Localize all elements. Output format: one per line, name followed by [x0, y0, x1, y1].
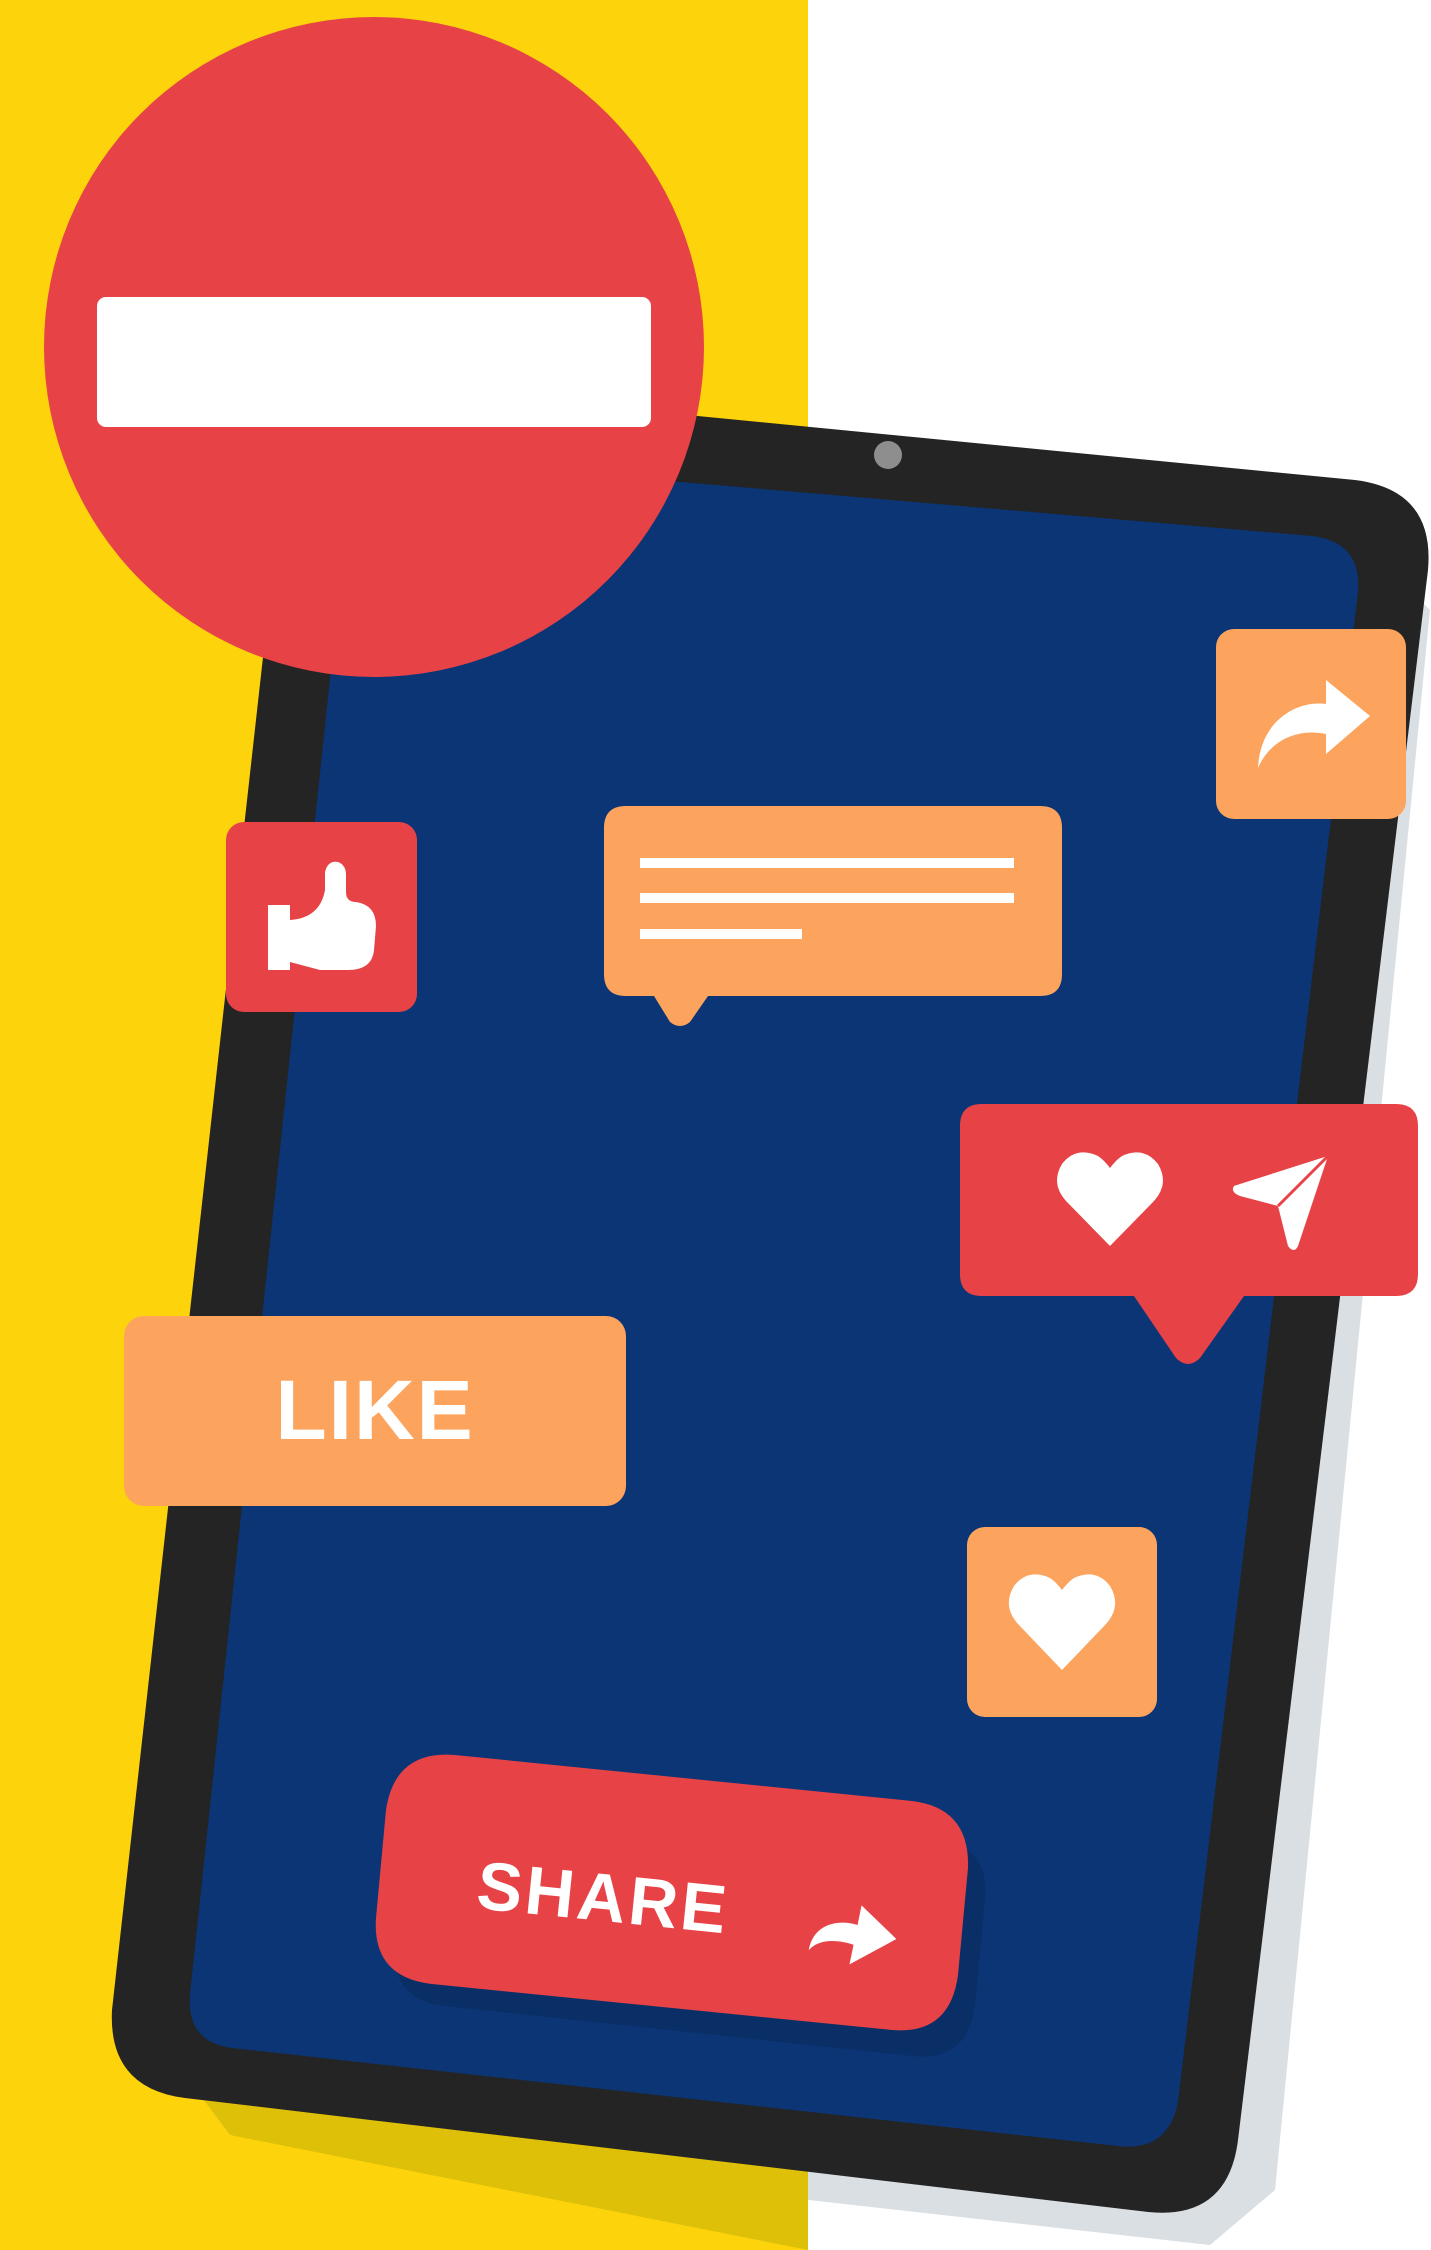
heart-square-button[interactable] — [0, 0, 1431, 2250]
